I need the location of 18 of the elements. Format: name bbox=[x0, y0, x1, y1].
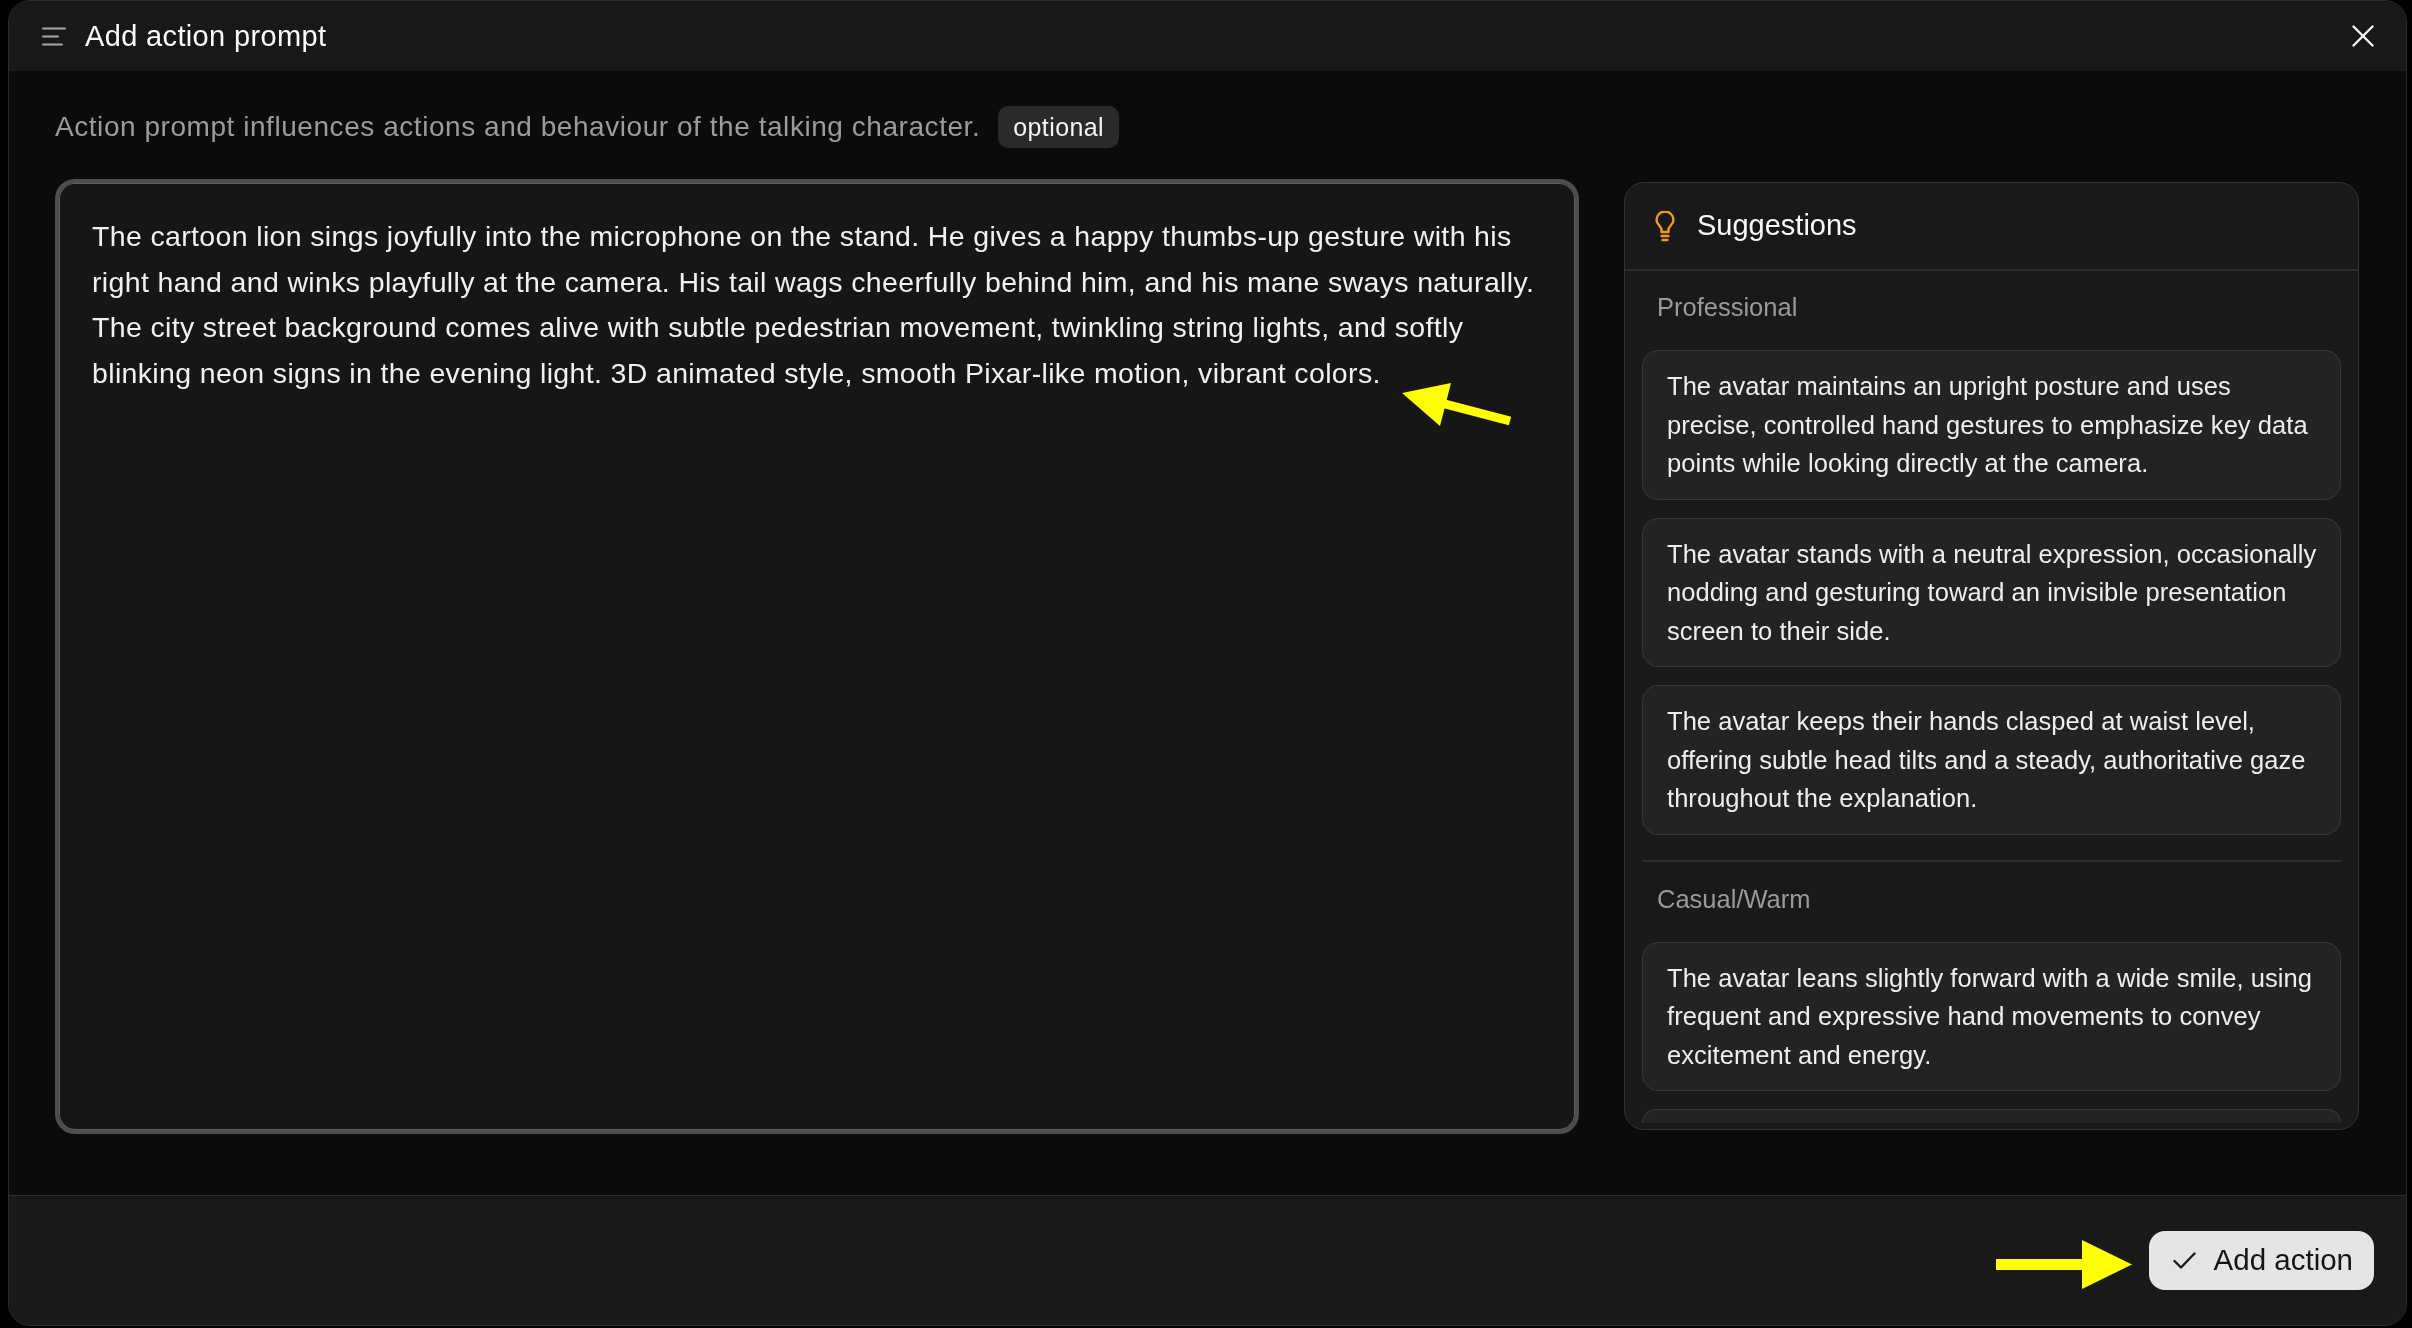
optional-tag: optional bbox=[998, 106, 1120, 148]
section-label: Professional bbox=[1657, 292, 1798, 322]
dialog-title: Add action prompt bbox=[85, 19, 327, 54]
section-label: Casual/Warm bbox=[1657, 883, 1811, 914]
suggestion-card[interactable]: The avatar leans slightly forward with a wide smile, using frequent and expressive hand movements to convey excitement and energy. bbox=[1642, 941, 2341, 1091]
arrow-annotation-icon bbox=[1996, 1240, 2133, 1290]
prompt-textarea[interactable]: The cartoon lion sings joyfully into the microphone on the stand. He gives a happy thumbs-up gesture with his right hand and winks playfully at the camera. His tail wags cheerfully behind him, and his mane sways naturally. The city street background comes alive with subtle pedestrian movement, twinkling string lights, and softly blinking neon signs in the evening light. 3D animated style, smooth Pixar-like motion, vibrant colors. bbox=[55, 179, 1579, 1134]
dialog-description: Action prompt influences actions and behaviour of the talking character. bbox=[55, 110, 981, 144]
lightbulb-icon bbox=[1655, 210, 1675, 242]
close-icon bbox=[2352, 25, 2374, 47]
check-icon bbox=[2172, 1252, 2196, 1269]
suggestion-card[interactable]: The avatar keeps their hands clasped at waist level, offering subtle head tilts and a steady, authoritative gaze throughout the explanation. bbox=[1642, 685, 2341, 835]
menu-icon[interactable] bbox=[42, 26, 66, 46]
suggestion-card[interactable]: The avatar stands with a neutral expression, occasionally nodding and gesturing toward an invisible presentation screen to their side. bbox=[1642, 517, 2341, 667]
suggestion-card[interactable]: The avatar maintains an upright posture and uses precise, controlled hand gestures to emphasize key data points while looking directly at the camera. bbox=[1642, 350, 2341, 500]
add-action-button[interactable]: Add action bbox=[2148, 1231, 2374, 1290]
close-button[interactable] bbox=[2352, 25, 2374, 47]
suggestions-title: Suggestions bbox=[1697, 208, 1857, 244]
